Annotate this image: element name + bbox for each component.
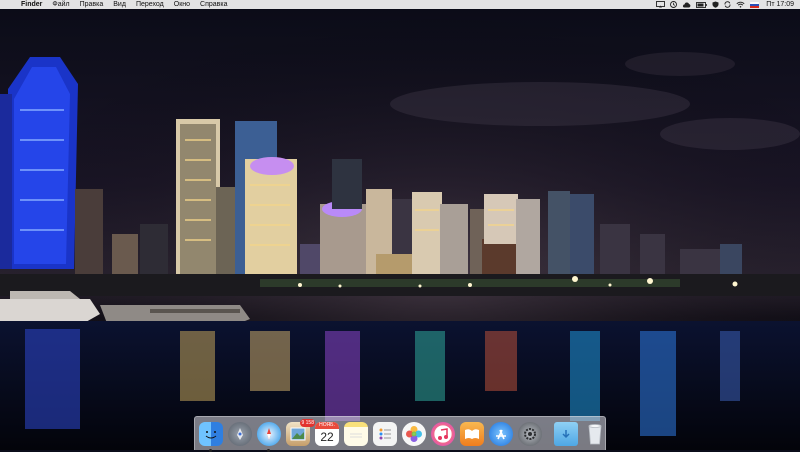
safari-icon[interactable] [257,421,281,452]
flag-icon[interactable] [750,1,760,8]
cloud-icon[interactable] [682,2,691,8]
calendar-month: НОЯБ. [315,421,339,429]
airplay-icon[interactable] [656,1,666,8]
finder-icon[interactable] [199,421,223,452]
itunes-icon[interactable] [431,421,455,446]
menu-view[interactable]: Вид [108,0,131,9]
battery-icon[interactable] [696,1,708,8]
notes-icon[interactable] [344,421,368,446]
downloads-folder-icon[interactable] [554,421,578,446]
desktop-wallpaper [0,9,800,450]
running-indicator [267,448,270,452]
notification-badge: 9 158 [300,418,315,427]
running-indicator [209,448,212,452]
system-preferences-icon[interactable] [518,421,542,446]
menubar-clock[interactable]: Пт 17:09 [766,1,794,8]
photos-preview-icon[interactable]: 9 158 [286,418,315,446]
menu-app-name[interactable]: Finder [16,0,47,9]
calendar-day: 22 [320,429,334,444]
menu-edit[interactable]: Правка [75,0,109,9]
menu-go[interactable]: Переход [131,0,169,9]
calendar-icon[interactable]: НОЯБ. 22 [315,421,339,446]
photos-icon[interactable] [402,421,426,446]
menu-file[interactable]: Файл [47,0,74,9]
sync-icon[interactable] [724,1,731,8]
time-machine-icon[interactable] [670,1,678,8]
vpn-icon[interactable] [712,1,719,8]
wifi-icon[interactable] [736,1,745,8]
ibooks-icon[interactable] [460,421,484,446]
launchpad-icon[interactable] [228,421,252,446]
app-store-icon[interactable] [489,421,513,446]
menu-help[interactable]: Справка [195,0,232,9]
night-city-skyline-image [0,9,800,450]
menu-window[interactable]: Окно [169,0,195,9]
dock: 9 158 НОЯБ. 22 [194,416,607,452]
trash-icon[interactable] [583,422,607,446]
reminders-icon[interactable] [373,421,397,446]
menu-bar: Finder Файл Правка Вид Переход Окно Спра… [0,0,800,9]
